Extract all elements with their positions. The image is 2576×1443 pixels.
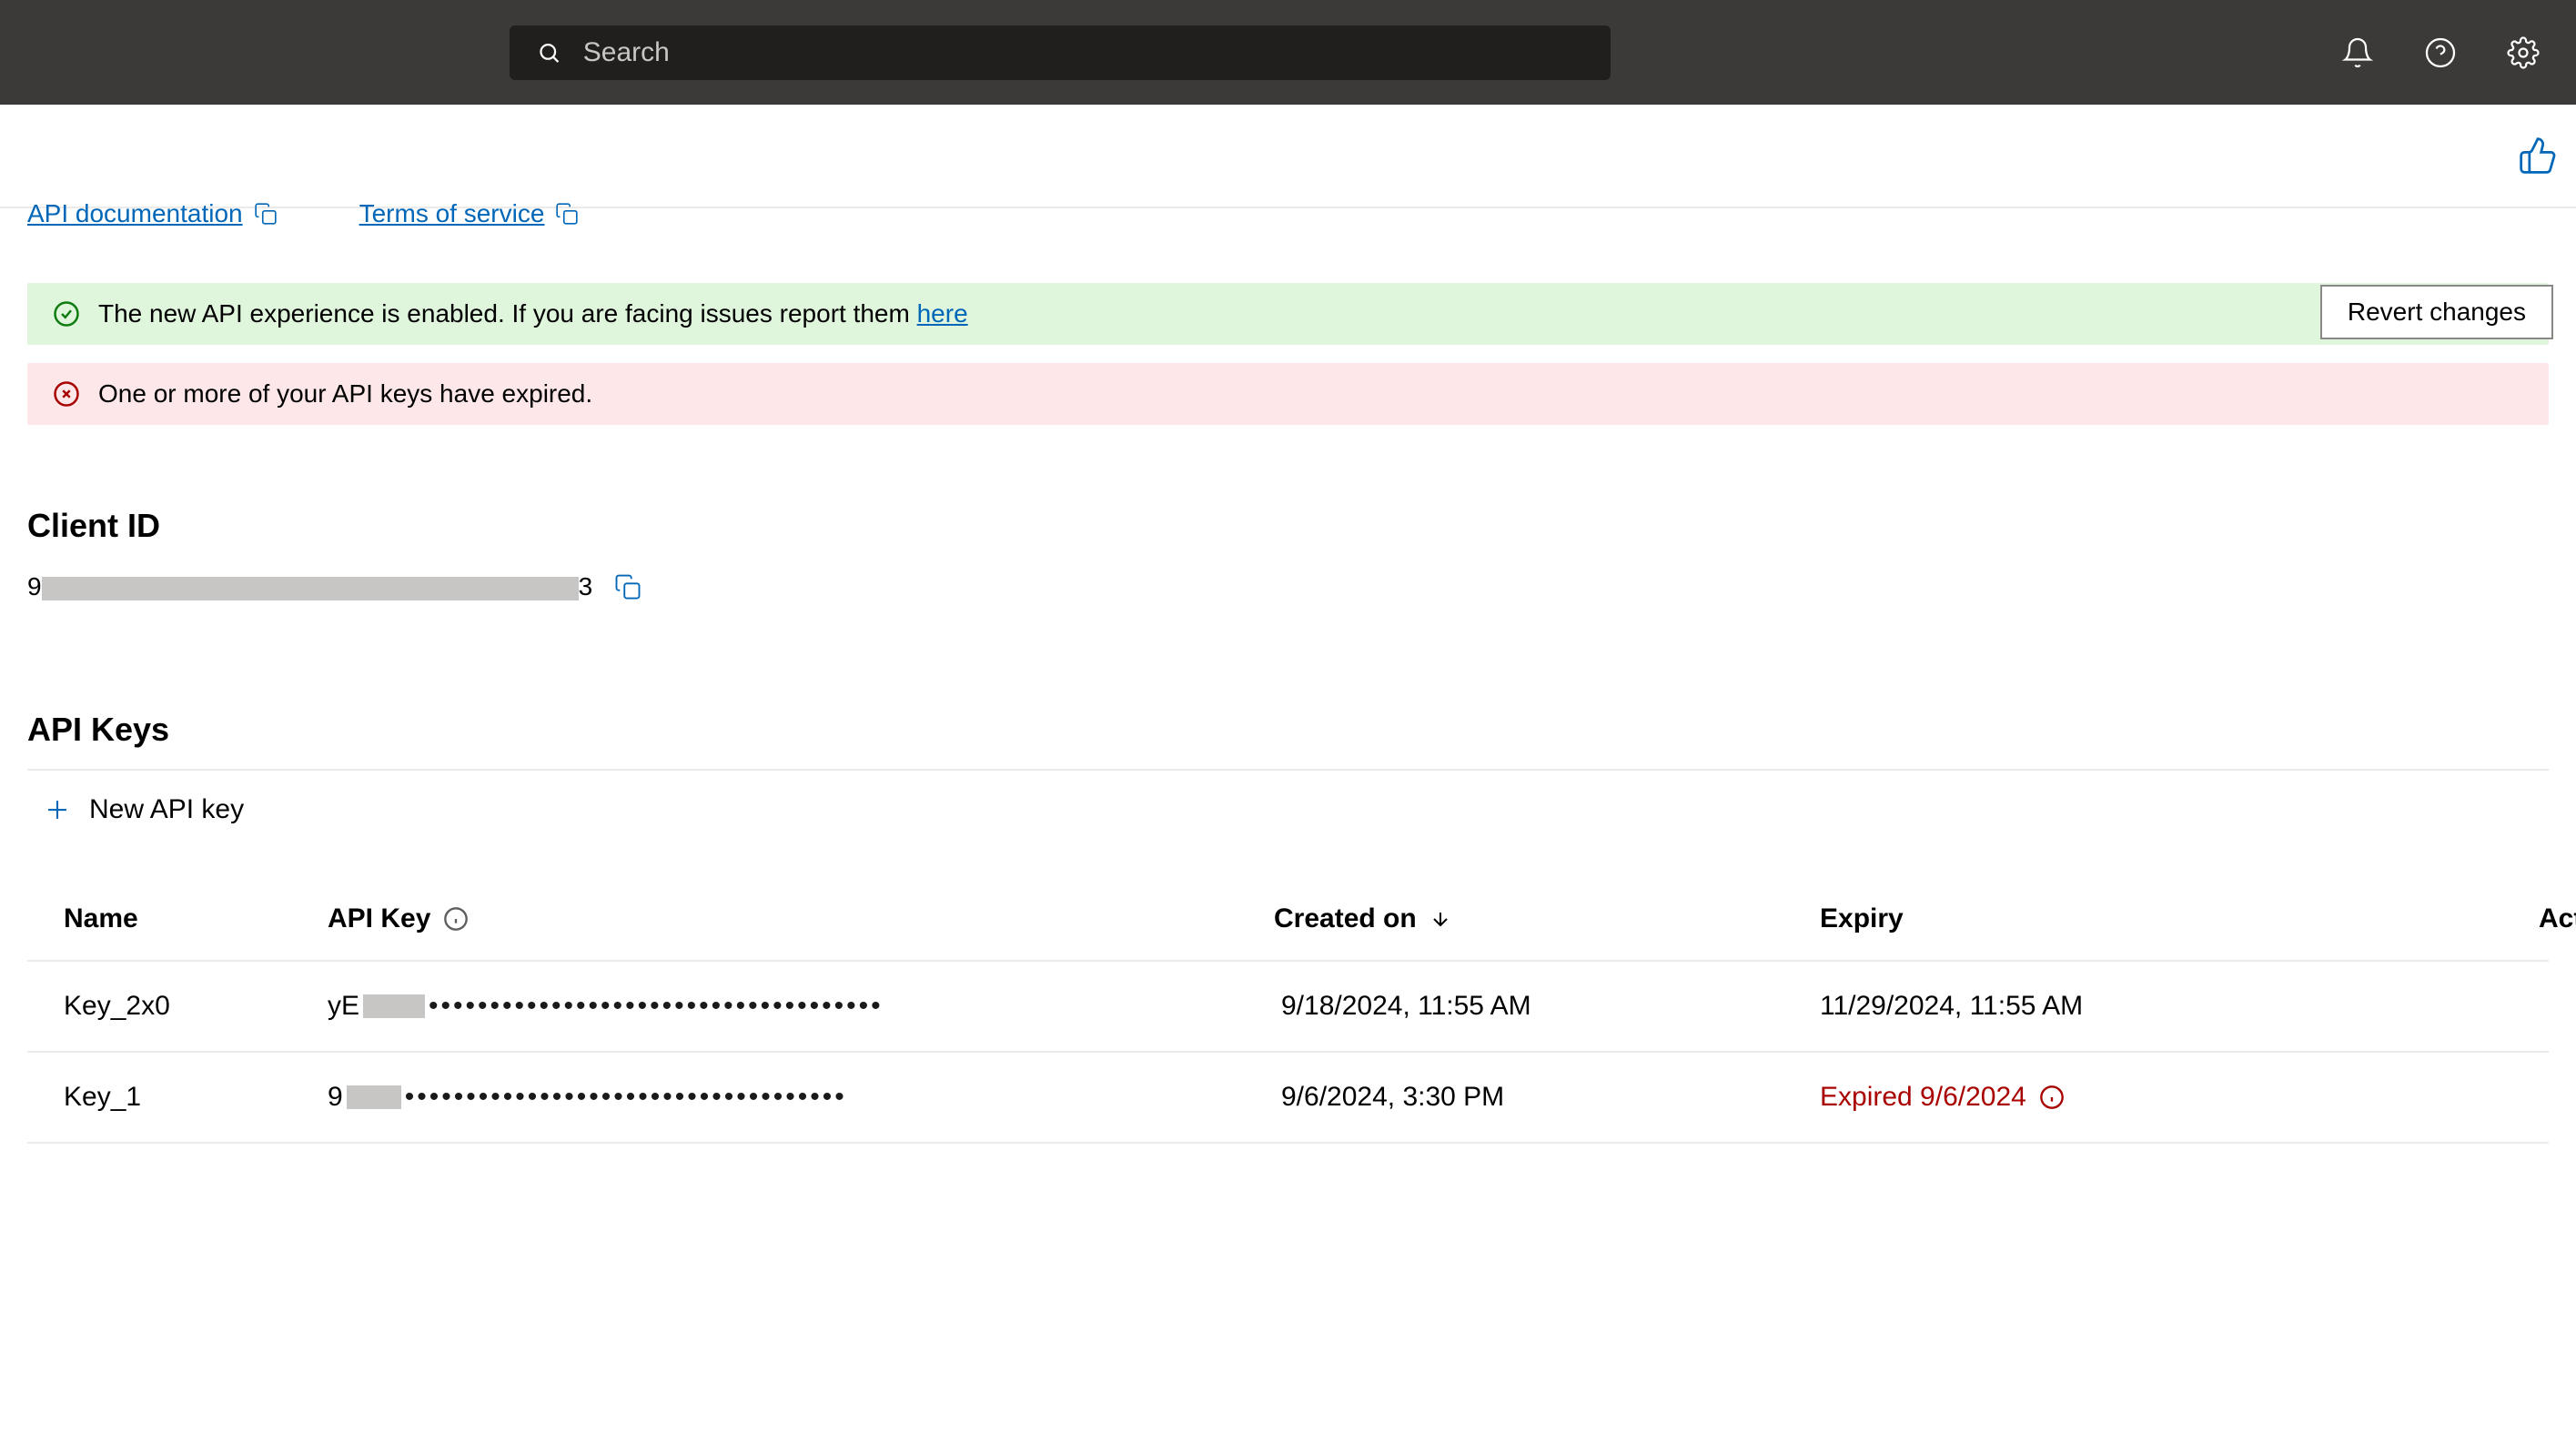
key-actions bbox=[2511, 1083, 2576, 1112]
error-circle-icon bbox=[53, 380, 80, 408]
key-created-on: 9/6/2024, 3:30 PM bbox=[1274, 1082, 1820, 1113]
info-icon[interactable] bbox=[2039, 1085, 2065, 1110]
copy-icon[interactable] bbox=[555, 202, 579, 226]
error-banner: One or more of your API keys have expire… bbox=[27, 363, 2549, 425]
redacted-block bbox=[42, 577, 579, 600]
new-api-key-label: New API key bbox=[89, 794, 244, 825]
key-name: Key_2x0 bbox=[64, 991, 328, 1022]
api-keys-table: Name API Key Created on Expiry Actions K… bbox=[27, 903, 2549, 1144]
key-expiry: 11/29/2024, 11:55 AM bbox=[1820, 991, 2511, 1022]
revert-changes-button[interactable]: Revert changes bbox=[2320, 285, 2553, 339]
top-bar-icons bbox=[2341, 36, 2540, 69]
thumbs-up-icon[interactable] bbox=[2518, 136, 2558, 176]
plus-icon bbox=[42, 794, 73, 825]
main-content: Client ID 93 API Keys New API key Name A… bbox=[0, 507, 2576, 1144]
copy-client-id-icon[interactable] bbox=[614, 573, 641, 600]
help-icon[interactable] bbox=[2424, 36, 2457, 69]
column-created-on[interactable]: Created on bbox=[1274, 903, 1820, 934]
sort-down-arrow-icon bbox=[1429, 908, 1451, 930]
api-documentation-link[interactable]: API documentation bbox=[27, 199, 243, 228]
info-icon[interactable] bbox=[443, 906, 469, 932]
column-api-key[interactable]: API Key bbox=[328, 903, 1274, 934]
api-doc-link-item: API documentation bbox=[27, 199, 278, 228]
table-row: Key_2x0yE•••••••••••••••••••••••••••••••… bbox=[27, 962, 2549, 1053]
key-name: Key_1 bbox=[64, 1082, 328, 1113]
column-expiry[interactable]: Expiry bbox=[1820, 903, 2511, 934]
top-bar bbox=[0, 0, 2576, 105]
search-container[interactable] bbox=[510, 25, 1611, 80]
redacted-block bbox=[347, 1085, 401, 1109]
column-actions: Actions bbox=[2511, 903, 2576, 934]
checkmark-circle-icon bbox=[53, 300, 80, 328]
client-id-heading: Client ID bbox=[27, 507, 2549, 545]
key-created-on: 9/18/2024, 11:55 AM bbox=[1274, 991, 1820, 1022]
search-input[interactable] bbox=[583, 37, 1583, 68]
client-id-row: 93 bbox=[27, 572, 2549, 601]
error-banner-text: One or more of your API keys have expire… bbox=[98, 379, 592, 409]
report-issues-link[interactable]: here bbox=[917, 299, 968, 328]
notifications-icon[interactable] bbox=[2341, 36, 2374, 69]
new-api-key-button[interactable]: New API key bbox=[27, 771, 2549, 849]
redacted-block bbox=[363, 994, 425, 1018]
key-value-cell: 9•••••••••••••••••••••••••••••••••••• bbox=[328, 1082, 1274, 1113]
client-id-value: 93 bbox=[27, 572, 592, 601]
table-row: Key_19••••••••••••••••••••••••••••••••••… bbox=[27, 1053, 2549, 1144]
table-header: Name API Key Created on Expiry Actions bbox=[27, 903, 2549, 962]
settings-gear-icon[interactable] bbox=[2507, 36, 2540, 69]
column-name[interactable]: Name bbox=[64, 903, 328, 934]
terms-of-service-link[interactable]: Terms of service bbox=[359, 199, 545, 228]
success-banner-text: The new API experience is enabled. If yo… bbox=[98, 299, 968, 328]
key-actions bbox=[2511, 992, 2576, 1021]
key-expiry: Expired 9/6/2024 bbox=[1820, 1082, 2511, 1113]
api-keys-heading: API Keys bbox=[27, 711, 2549, 769]
search-icon bbox=[537, 40, 561, 66]
doc-links-row: API documentation Terms of service bbox=[0, 199, 2576, 228]
key-value-cell: yE••••••••••••••••••••••••••••••••••••• bbox=[328, 991, 1274, 1022]
copy-icon[interactable] bbox=[254, 202, 278, 226]
tos-link-item: Terms of service bbox=[359, 199, 580, 228]
success-banner: The new API experience is enabled. If yo… bbox=[27, 283, 2549, 345]
subheader bbox=[0, 105, 2576, 208]
